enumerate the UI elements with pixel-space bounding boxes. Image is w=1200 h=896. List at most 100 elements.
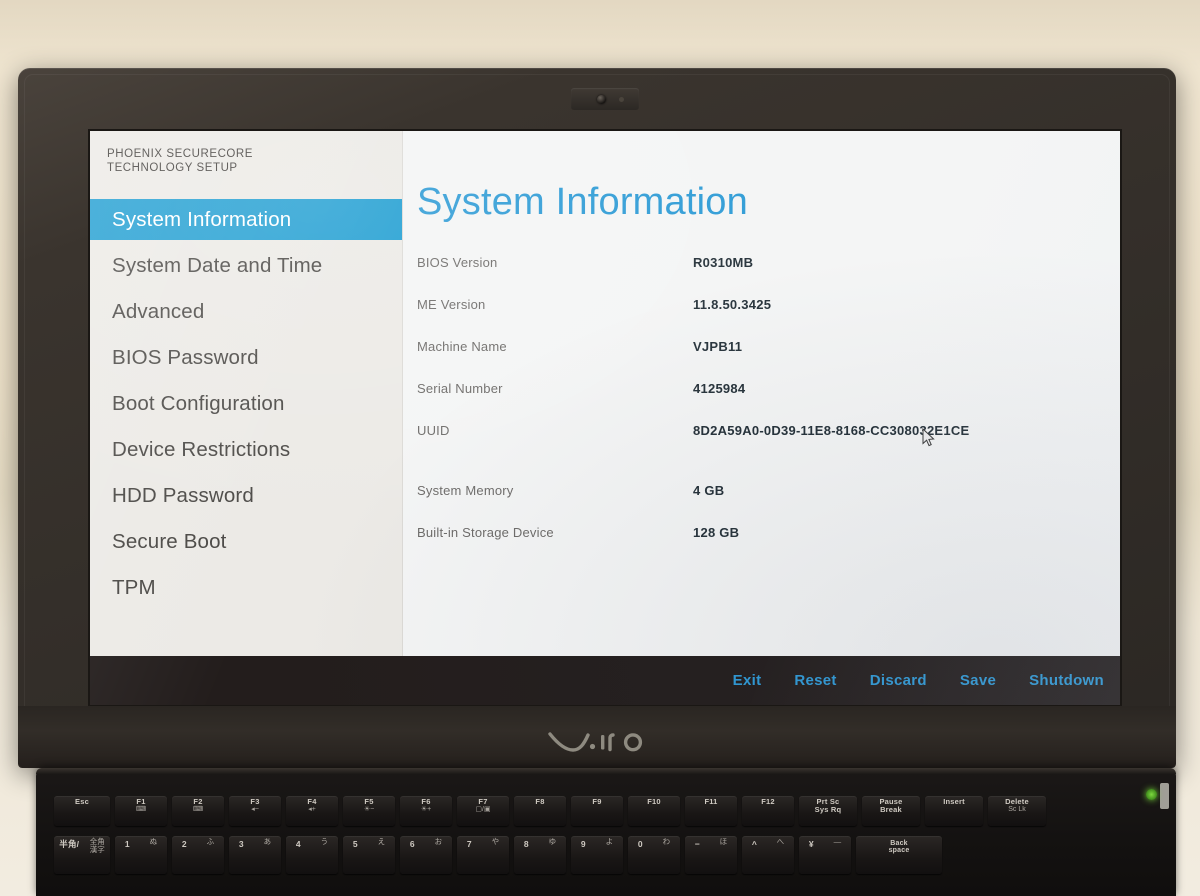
side-port [1160,783,1169,809]
key-f1[interactable]: F1 ⌨ [115,796,167,826]
key-f5[interactable]: F5 ☀− [343,796,395,826]
reset-button[interactable]: Reset [794,672,836,689]
key-blank[interactable]: − ほ [685,836,737,874]
sidebar-item-system-date-and-time[interactable]: System Date and Time [90,245,402,286]
key-label: F3 [250,797,260,806]
power-led-icon [1146,789,1157,800]
key-f11[interactable]: F11 [685,796,737,826]
key-sublabel: ⌨ [192,805,204,813]
system-capacity-list: System Memory 4 GB Built-in Storage Device… [417,483,1120,540]
sidebar-item-label: TPM [112,575,156,599]
key-label: ^ [751,839,757,849]
key-f12[interactable]: F12 [742,796,794,826]
key-label: ¥ [808,839,814,849]
key-blank[interactable]: ¥ — [799,836,851,874]
info-label: ME Version [417,297,486,312]
key-4[interactable]: 4う [286,836,338,874]
key-f7[interactable]: F7 ▢/▣ [457,796,509,826]
key-sublabel: ☀− [363,805,375,813]
bios-body: PHOENIX SECURECORE TECHNOLOGY SETUP Syst… [90,131,1120,656]
key-sublabel: ◂− [251,805,259,813]
key-label: F11 [704,797,718,806]
sidebar-item-boot-configuration[interactable]: Boot Configuration [90,383,402,424]
key-1[interactable]: 1ぬ [115,836,167,874]
exit-button[interactable]: Exit [733,672,762,689]
bios-setup-utility: PHOENIX SECURECORE TECHNOLOGY SETUP Syst… [90,131,1120,705]
key-f2[interactable]: F2 ⌨ [172,796,224,826]
key-f4[interactable]: F4 ◂+ [286,796,338,826]
key-blank[interactable]: ^ へ [742,836,794,874]
action-bar: Exit Reset Discard Save Shutdown [90,656,1120,705]
key-prt-sc-sys-rq[interactable]: Prt Sc Sys Rq [799,796,857,826]
key-sublabel: あ [263,837,272,846]
key-label: 半角/ [59,839,80,849]
info-value: 128 GB [693,525,740,540]
key-5[interactable]: 5え [343,836,395,874]
key-f6[interactable]: F6 ☀+ [400,796,452,826]
key-sublabel: う [320,837,329,846]
key-9[interactable]: 9よ [571,836,623,874]
key-sublabel: わ [662,837,671,846]
key-esc[interactable]: Esc [54,796,110,826]
sidebar-item-label: Boot Configuration [112,391,285,415]
info-value: 4125984 [693,381,746,396]
keyboard: Esc F1 ⌨ F2 ⌨ F3 ◂− F4 ◂+ F5 ☀− F6 ☀+ F7 ▢/▣ F8 F9 F10 F11… [36,774,1176,896]
save-button[interactable]: Save [960,672,996,689]
info-row: BIOS Version R0310MB [417,255,1120,270]
info-row: Serial Number 4125984 [417,381,1120,396]
sidebar-item-label: Advanced [112,299,205,323]
info-row: System Memory 4 GB [417,483,1120,498]
sidebar-item-system-information[interactable]: System Information [90,199,402,241]
sidebar-item-device-restrictions[interactable]: Device Restrictions [90,429,402,470]
key-6[interactable]: 6お [400,836,452,874]
key-label: 9 [580,839,586,849]
sidebar: PHOENIX SECURECORE TECHNOLOGY SETUP Syst… [90,131,403,656]
sidebar-item-label: Device Restrictions [112,437,291,461]
page-title: System Information [417,181,748,223]
key-7[interactable]: 7や [457,836,509,874]
discard-button[interactable]: Discard [870,672,927,689]
info-row: Built-in Storage Device 128 GB [417,525,1120,540]
key-label: F1 [136,797,146,806]
vaio-logo [0,726,1200,756]
sidebar-item-secure-boot[interactable]: Secure Boot [90,521,402,562]
key-f9[interactable]: F9 [571,796,623,826]
key-label: F10 [647,797,661,806]
sidebar-item-tpm[interactable]: TPM [90,567,402,608]
key-sublabel: や [491,837,500,846]
sidebar-item-advanced[interactable]: Advanced [90,291,402,332]
key-label: 5 [352,839,358,849]
key-label: − [694,839,700,849]
key-insert[interactable]: Insert [925,796,983,826]
mouse-pointer-icon [922,428,935,447]
key-back-space[interactable]: Back space [856,836,942,874]
key-8[interactable]: 8ゆ [514,836,566,874]
laptop-screen: PHOENIX SECURECORE TECHNOLOGY SETUP Syst… [90,131,1120,705]
key-2[interactable]: 2ふ [172,836,224,874]
key-delete[interactable]: Delete Sc Lk [988,796,1046,826]
key-半角[interactable]: 半角/全角 漢字 [54,836,110,874]
key-sublabel: — [833,837,842,846]
sidebar-item-label: HDD Password [112,483,254,507]
key-label: F7 [478,797,488,806]
key-f10[interactable]: F10 [628,796,680,826]
key-sublabel: Sc Lk [1008,805,1026,813]
info-label: UUID [417,423,450,438]
info-value: 4 GB [693,483,725,498]
key-sublabel: ほ [719,837,728,846]
key-label: F4 [307,797,317,806]
sidebar-item-bios-password[interactable]: BIOS Password [90,337,402,378]
webcam-module [571,88,639,110]
sidebar-item-hdd-password[interactable]: HDD Password [90,475,402,516]
key-pause-break[interactable]: Pause Break [862,796,920,826]
key-0[interactable]: 0わ [628,836,680,874]
key-3[interactable]: 3あ [229,836,281,874]
key-label: 3 [238,839,244,849]
key-f8[interactable]: F8 [514,796,566,826]
shutdown-button[interactable]: Shutdown [1029,672,1104,689]
key-label: Esc [75,797,89,806]
key-f3[interactable]: F3 ◂− [229,796,281,826]
info-value: R0310MB [693,255,754,270]
keyboard-number-row: 半角/全角 漢字 1 ぬ 2 ふ 3 あ 4 う 5 え 6 お 7 や 8 ゆ 9 よ 0 わ − ほ ^ へ ¥ — Back s… [36,836,1176,874]
key-label: F8 [535,797,545,806]
